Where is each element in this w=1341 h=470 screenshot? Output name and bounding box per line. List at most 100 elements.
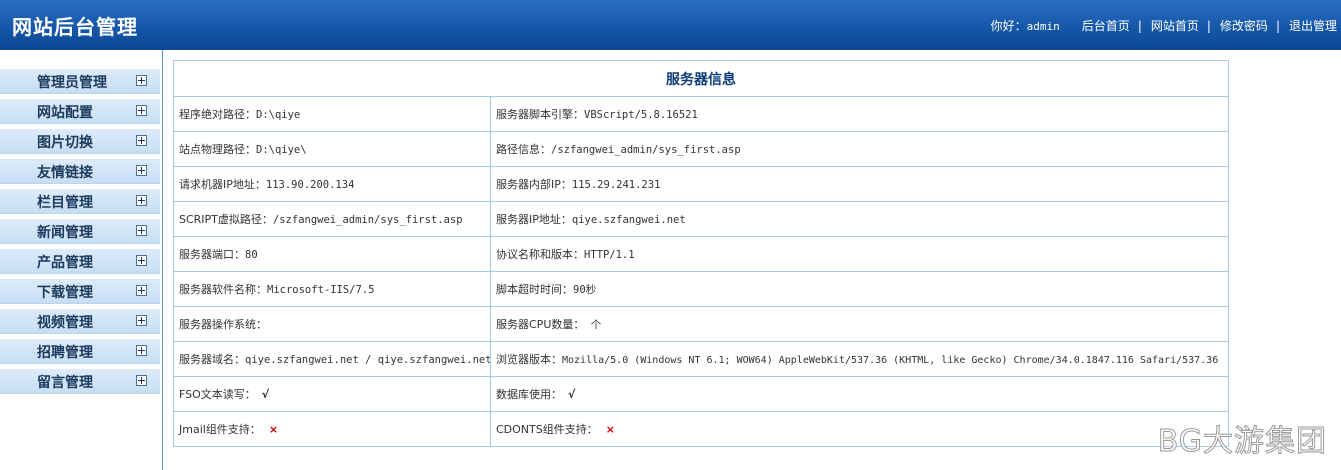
- admin-home-link[interactable]: 后台首页: [1082, 17, 1130, 34]
- info-label: FSO文本读写：: [179, 388, 256, 401]
- sidebar-item-products[interactable]: 产品管理: [0, 249, 160, 274]
- table-row: SCRIPT虚拟路径：/szfangwei_admin/sys_first.as…: [173, 201, 1229, 237]
- check-icon: √: [261, 388, 270, 401]
- plus-box-icon[interactable]: [136, 135, 147, 146]
- table-row: 服务器端口：80 协议名称和版本：HTTP/1.1: [173, 236, 1229, 272]
- sidebar-item-videos[interactable]: 视频管理: [0, 309, 160, 334]
- site-title: 网站后台管理: [12, 15, 138, 39]
- plus-box-icon[interactable]: [136, 375, 147, 386]
- sidebar-item-links[interactable]: 友情链接: [0, 159, 160, 184]
- greeting-label: 你好：: [990, 19, 1027, 33]
- info-label: 数据库使用：: [496, 388, 562, 401]
- sidebar-item-label: 视频管理: [37, 315, 93, 331]
- sidebar-item-label: 产品管理: [37, 255, 93, 271]
- check-icon: √: [568, 388, 576, 401]
- info-cell: Jmail组件支持： ×: [173, 411, 491, 447]
- info-label: 服务器IP地址：: [496, 213, 572, 226]
- watermark: BG大游集团: [1157, 424, 1327, 460]
- nav-separator: |: [1275, 18, 1280, 33]
- info-value: 115.29.241.231: [571, 179, 661, 191]
- sidebar-item-messages[interactable]: 留言管理: [0, 369, 160, 394]
- info-label: 路径信息：: [496, 143, 551, 156]
- info-value: /szfangwei_admin/sys_first.asp: [272, 214, 463, 226]
- sidebar-item-label: 招聘管理: [37, 345, 93, 361]
- top-nav: 你好：admin 后台首页 | 网站首页 | 修改密码 | 退出管理: [991, 17, 1337, 34]
- info-label: SCRIPT虚拟路径：: [179, 213, 273, 226]
- info-cell: CDONTS组件支持： ×: [490, 411, 1229, 447]
- table-row: 服务器操作系统： 服务器CPU数量： 个: [173, 306, 1229, 342]
- plus-box-icon[interactable]: [136, 105, 147, 116]
- plus-box-icon[interactable]: [136, 75, 147, 86]
- info-cell: 服务器域名：qiye.szfangwei.net / qiye.szfangwe…: [173, 341, 491, 377]
- info-cell: 服务器IP地址：qiye.szfangwei.net: [490, 201, 1229, 237]
- info-label: 服务器域名：: [179, 353, 245, 366]
- table-row: 服务器软件名称：Microsoft-IIS/7.5 脚本超时时间：90秒: [173, 271, 1229, 307]
- sidebar-item-label: 友情链接: [37, 165, 93, 181]
- table-row: 服务器域名：qiye.szfangwei.net / qiye.szfangwe…: [173, 341, 1229, 377]
- info-cell: 脚本超时时间：90秒: [490, 271, 1229, 307]
- nav-separator: |: [1206, 18, 1211, 33]
- info-label: 程序绝对路径：: [179, 108, 256, 121]
- info-cell: 路径信息：/szfangwei_admin/sys_first.asp: [490, 131, 1229, 167]
- info-value: Microsoft-IIS/7.5: [267, 284, 375, 296]
- info-value: VBScript/5.8.16521: [584, 109, 698, 121]
- info-label: 请求机器IP地址：: [179, 178, 266, 191]
- plus-box-icon[interactable]: [136, 315, 147, 326]
- info-label: 服务器内部IP：: [496, 178, 572, 191]
- sidebar-item-news[interactable]: 新闻管理: [0, 219, 160, 244]
- table-row: 站点物理路径：D:\qiye\ 路径信息：/szfangwei_admin/sy…: [173, 131, 1229, 167]
- info-label: 服务器操作系统：: [179, 318, 267, 331]
- info-cell: SCRIPT虚拟路径：/szfangwei_admin/sys_first.as…: [173, 201, 491, 237]
- info-cell: 服务器脚本引擎：VBScript/5.8.16521: [490, 96, 1229, 132]
- info-cell: 服务器内部IP：115.29.241.231: [490, 166, 1229, 202]
- username: admin: [1026, 20, 1060, 33]
- info-label: 服务器脚本引擎：: [496, 108, 584, 121]
- info-label: Jmail组件支持：: [179, 423, 261, 436]
- info-label: CDONTS组件支持：: [496, 423, 598, 436]
- table-row: Jmail组件支持： × CDONTS组件支持： ×: [173, 411, 1229, 447]
- sidebar-item-label: 图片切换: [37, 135, 93, 151]
- info-cell: 服务器软件名称：Microsoft-IIS/7.5: [173, 271, 491, 307]
- info-label: 服务器端口：: [179, 248, 245, 261]
- site-home-link[interactable]: 网站首页: [1151, 17, 1199, 34]
- info-value: 113.90.200.134: [265, 179, 355, 191]
- info-label: 服务器CPU数量：: [496, 318, 585, 331]
- plus-box-icon[interactable]: [136, 225, 147, 236]
- info-cell: 协议名称和版本：HTTP/1.1: [490, 236, 1229, 272]
- table-row: FSO文本读写： √ 数据库使用： √: [173, 376, 1229, 412]
- info-cell: FSO文本读写： √: [173, 376, 491, 412]
- info-cell: 服务器端口：80: [173, 236, 491, 272]
- plus-box-icon[interactable]: [136, 195, 147, 206]
- info-value: /szfangwei_admin/sys_first.asp: [551, 144, 741, 156]
- top-header: 网站后台管理 你好：admin 后台首页 | 网站首页 | 修改密码 | 退出管…: [0, 0, 1341, 50]
- sidebar-item-site-config[interactable]: 网站配置: [0, 99, 160, 124]
- sidebar-item-admin[interactable]: 管理员管理: [0, 69, 160, 94]
- sidebar-item-jobs[interactable]: 招聘管理: [0, 339, 160, 364]
- logout-link[interactable]: 退出管理: [1289, 17, 1337, 34]
- info-value: 90秒: [573, 284, 597, 296]
- info-cell: 服务器操作系统：: [173, 306, 491, 342]
- change-password-link[interactable]: 修改密码: [1220, 17, 1268, 34]
- plus-box-icon[interactable]: [136, 255, 147, 266]
- server-info-title: 服务器信息: [173, 60, 1229, 97]
- info-label: 脚本超时时间：: [496, 283, 573, 296]
- info-value: D:\qiye: [256, 109, 301, 121]
- cross-icon: ×: [605, 423, 615, 436]
- sidebar-item-label: 新闻管理: [37, 225, 93, 241]
- plus-box-icon[interactable]: [136, 345, 147, 356]
- cross-icon: ×: [268, 423, 279, 436]
- info-cell: 浏览器版本：Mozilla/5.0 (Windows NT 6.1; WOW64…: [490, 341, 1229, 377]
- plus-box-icon[interactable]: [136, 285, 147, 296]
- info-cell: 服务器CPU数量： 个: [490, 306, 1229, 342]
- sidebar: 管理员管理 网站配置 图片切换 友情链接 栏目管理 新闻管理 产品管理 下载管理…: [0, 50, 163, 470]
- table-row: 程序绝对路径：D:\qiye 服务器脚本引擎：VBScript/5.8.1652…: [173, 96, 1229, 132]
- sidebar-item-slides[interactable]: 图片切换: [0, 129, 160, 154]
- sidebar-item-downloads[interactable]: 下载管理: [0, 279, 160, 304]
- nav-separator: |: [1137, 18, 1142, 33]
- sidebar-item-columns[interactable]: 栏目管理: [0, 189, 160, 214]
- plus-box-icon[interactable]: [136, 165, 147, 176]
- info-value: qiye.szfangwei.net / qiye.szfangwei.net: [245, 354, 491, 366]
- sidebar-item-label: 留言管理: [37, 375, 93, 391]
- info-label: 站点物理路径：: [179, 143, 256, 156]
- info-cell: 请求机器IP地址：113.90.200.134: [173, 166, 491, 202]
